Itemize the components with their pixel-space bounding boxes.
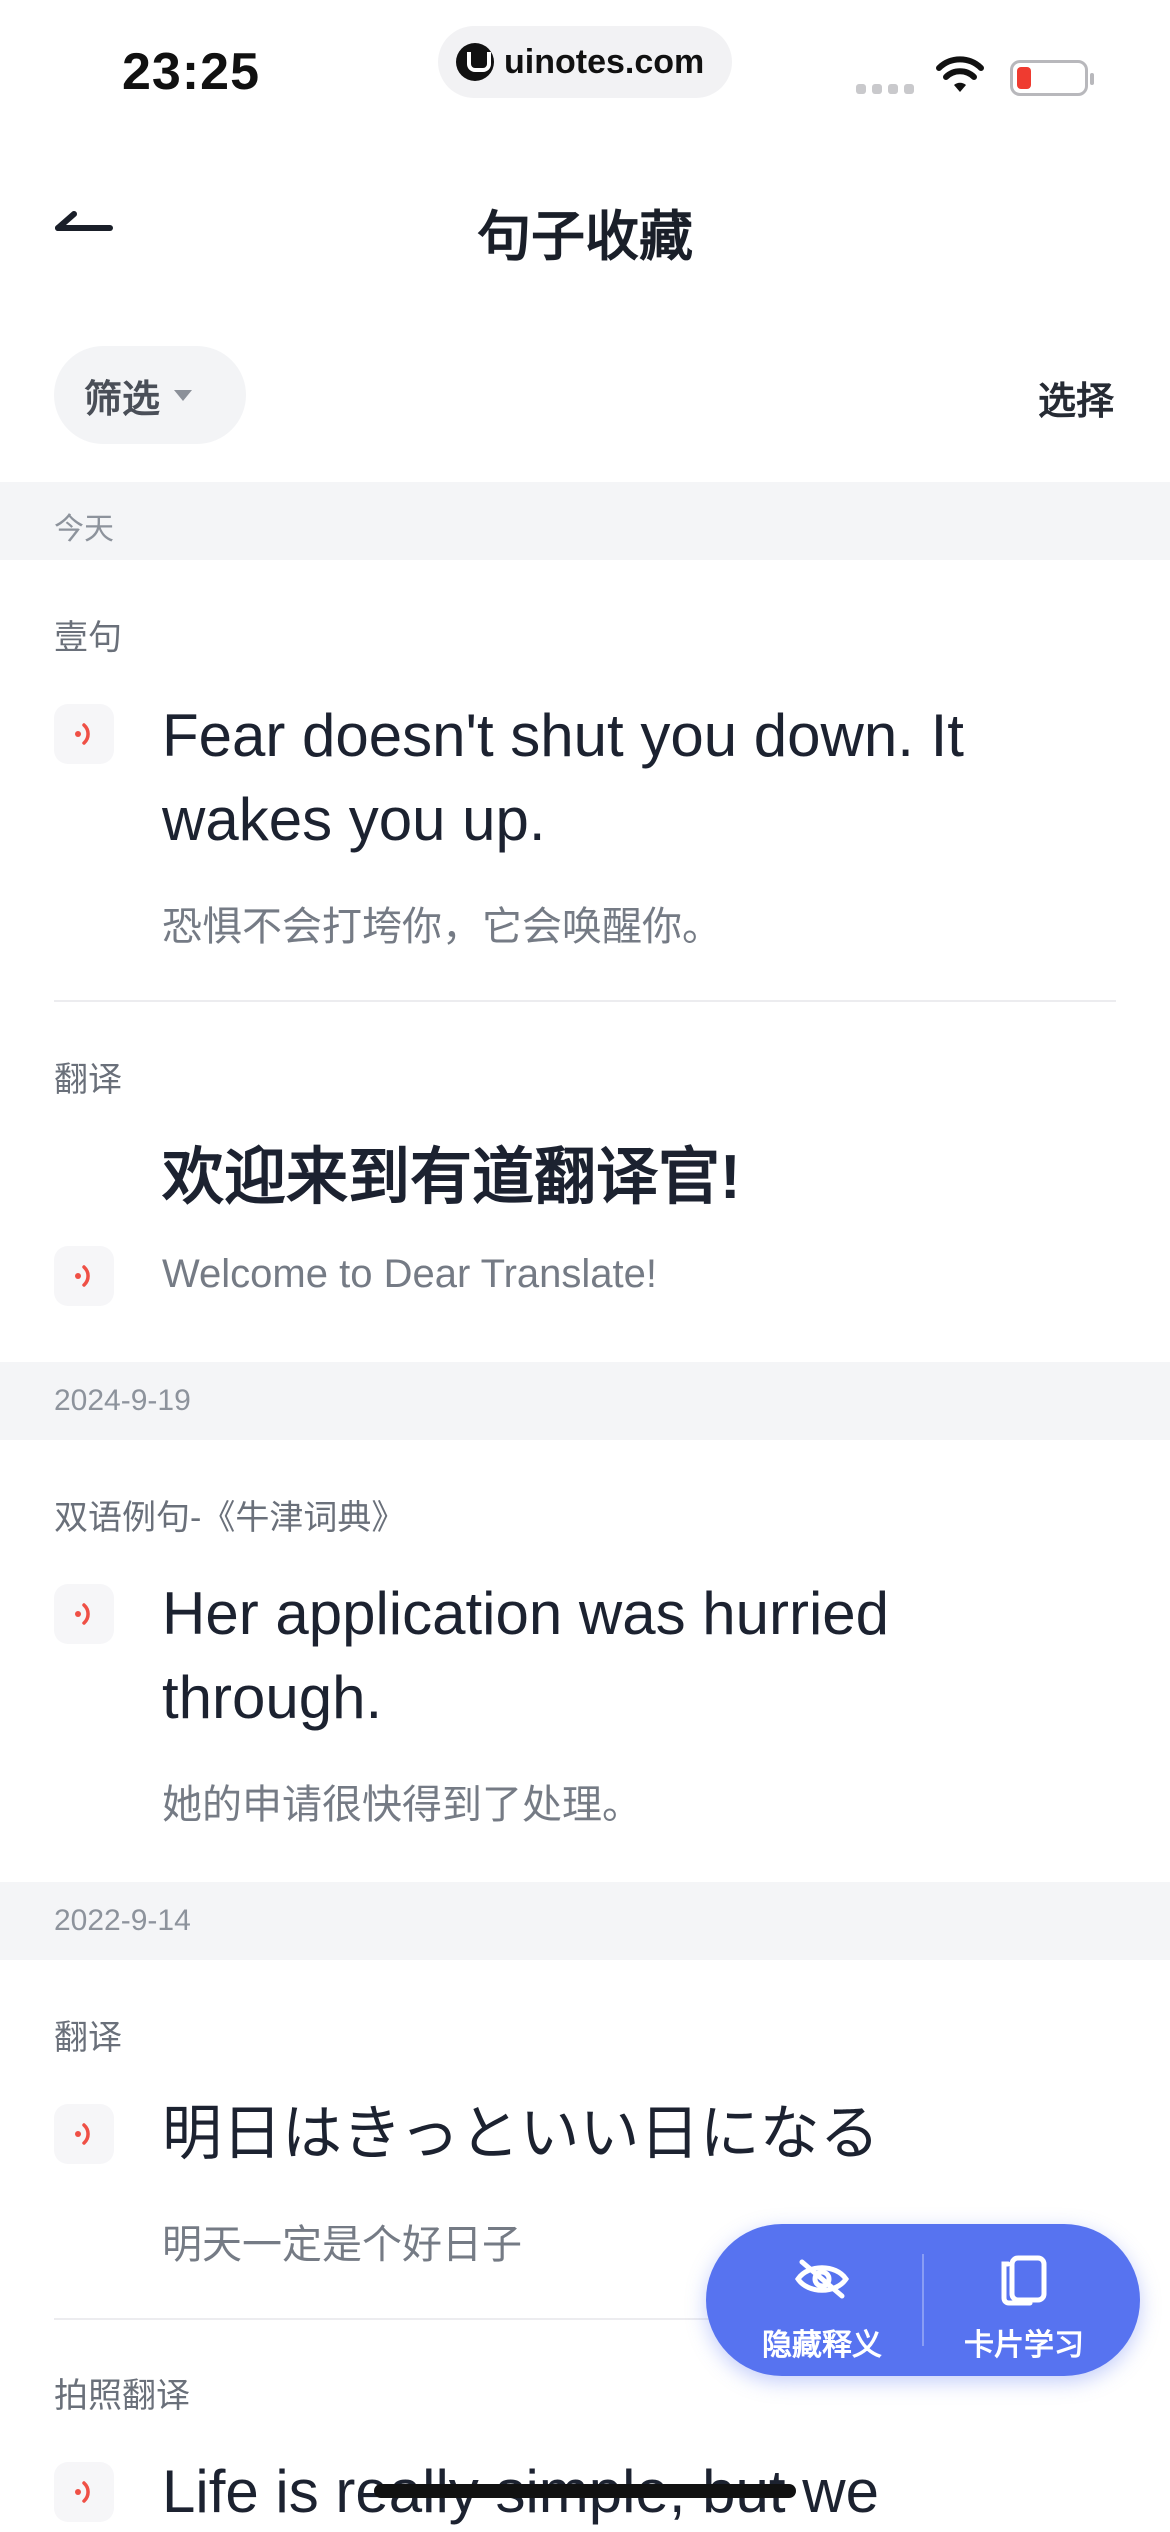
source-label: 壹句 <box>54 619 122 657</box>
translation-text: 她的申请很快得到了处理。 <box>162 1783 642 1827</box>
play-audio-button[interactable] <box>54 1584 114 1644</box>
speaker-icon <box>75 1603 90 1625</box>
battery-icon <box>1010 60 1094 96</box>
cards-icon <box>1001 2255 1047 2306</box>
source-label: 翻译 <box>54 2019 122 2057</box>
hide-definition-label: 隐藏释义 <box>762 2329 882 2362</box>
status-bar: 23:25 uinotes.com <box>0 0 1170 130</box>
select-button[interactable]: 选择 <box>1038 370 1114 425</box>
url-pill[interactable]: uinotes.com <box>438 26 732 98</box>
speaker-icon <box>75 2123 90 2145</box>
hide-definition-button[interactable]: 隐藏释义 <box>722 2224 922 2376</box>
sentence-text: Her application was hurried through. <box>162 1580 890 1731</box>
source-label: 双语例句-《牛津词典》 <box>54 1499 406 1537</box>
eye-hidden-icon <box>794 2259 850 2299</box>
flashcard-button[interactable]: 卡片学习 <box>924 2224 1124 2376</box>
sentence-text: 明日はきっといい日になる <box>162 2100 880 2167</box>
site-logo-icon <box>456 43 494 81</box>
speaker-icon <box>75 723 90 745</box>
caret-down-icon <box>174 389 193 401</box>
flashcard-label: 卡片学习 <box>964 2329 1084 2362</box>
divider <box>54 1000 1116 1002</box>
wifi-icon <box>936 56 984 92</box>
home-indicator[interactable] <box>374 2484 796 2498</box>
url-text: uinotes.com <box>504 42 705 81</box>
play-audio-button[interactable] <box>54 1246 114 1306</box>
status-time: 23:25 <box>122 43 260 101</box>
date-label: 2024-9-19 <box>54 1384 191 1417</box>
translation-text: 恐惧不会打垮你，它会唤醒你。 <box>162 905 722 949</box>
play-audio-button[interactable] <box>54 2104 114 2164</box>
source-label: 翻译 <box>54 1061 122 1099</box>
cellular-signal-icon <box>856 84 914 94</box>
floating-action-bar: 隐藏释义 卡片学习 <box>706 2224 1140 2376</box>
speaker-icon <box>75 2481 90 2503</box>
date-label: 2022-9-14 <box>54 1904 191 1937</box>
sentence-text: 欢迎来到有道翻译官! <box>162 1143 741 1212</box>
source-label: 拍照翻译 <box>54 2377 190 2415</box>
speaker-icon <box>75 1265 90 1287</box>
translation-text: Welcome to Dear Translate! <box>162 1252 658 1296</box>
date-header: 2024-9-19 <box>0 1362 1170 1440</box>
sentence-text: Fear doesn't shut you down. It wakes you… <box>162 702 964 853</box>
date-header: 2022-9-14 <box>0 1882 1170 1960</box>
date-label: 今天 <box>54 513 114 546</box>
filter-label: 筛选 <box>84 378 161 421</box>
play-audio-button[interactable] <box>54 704 114 764</box>
play-audio-button[interactable] <box>54 2462 114 2522</box>
page-title: 句子收藏 <box>477 207 693 267</box>
date-header: 今天 <box>0 482 1170 560</box>
filter-button[interactable]: 筛选 <box>54 346 246 444</box>
